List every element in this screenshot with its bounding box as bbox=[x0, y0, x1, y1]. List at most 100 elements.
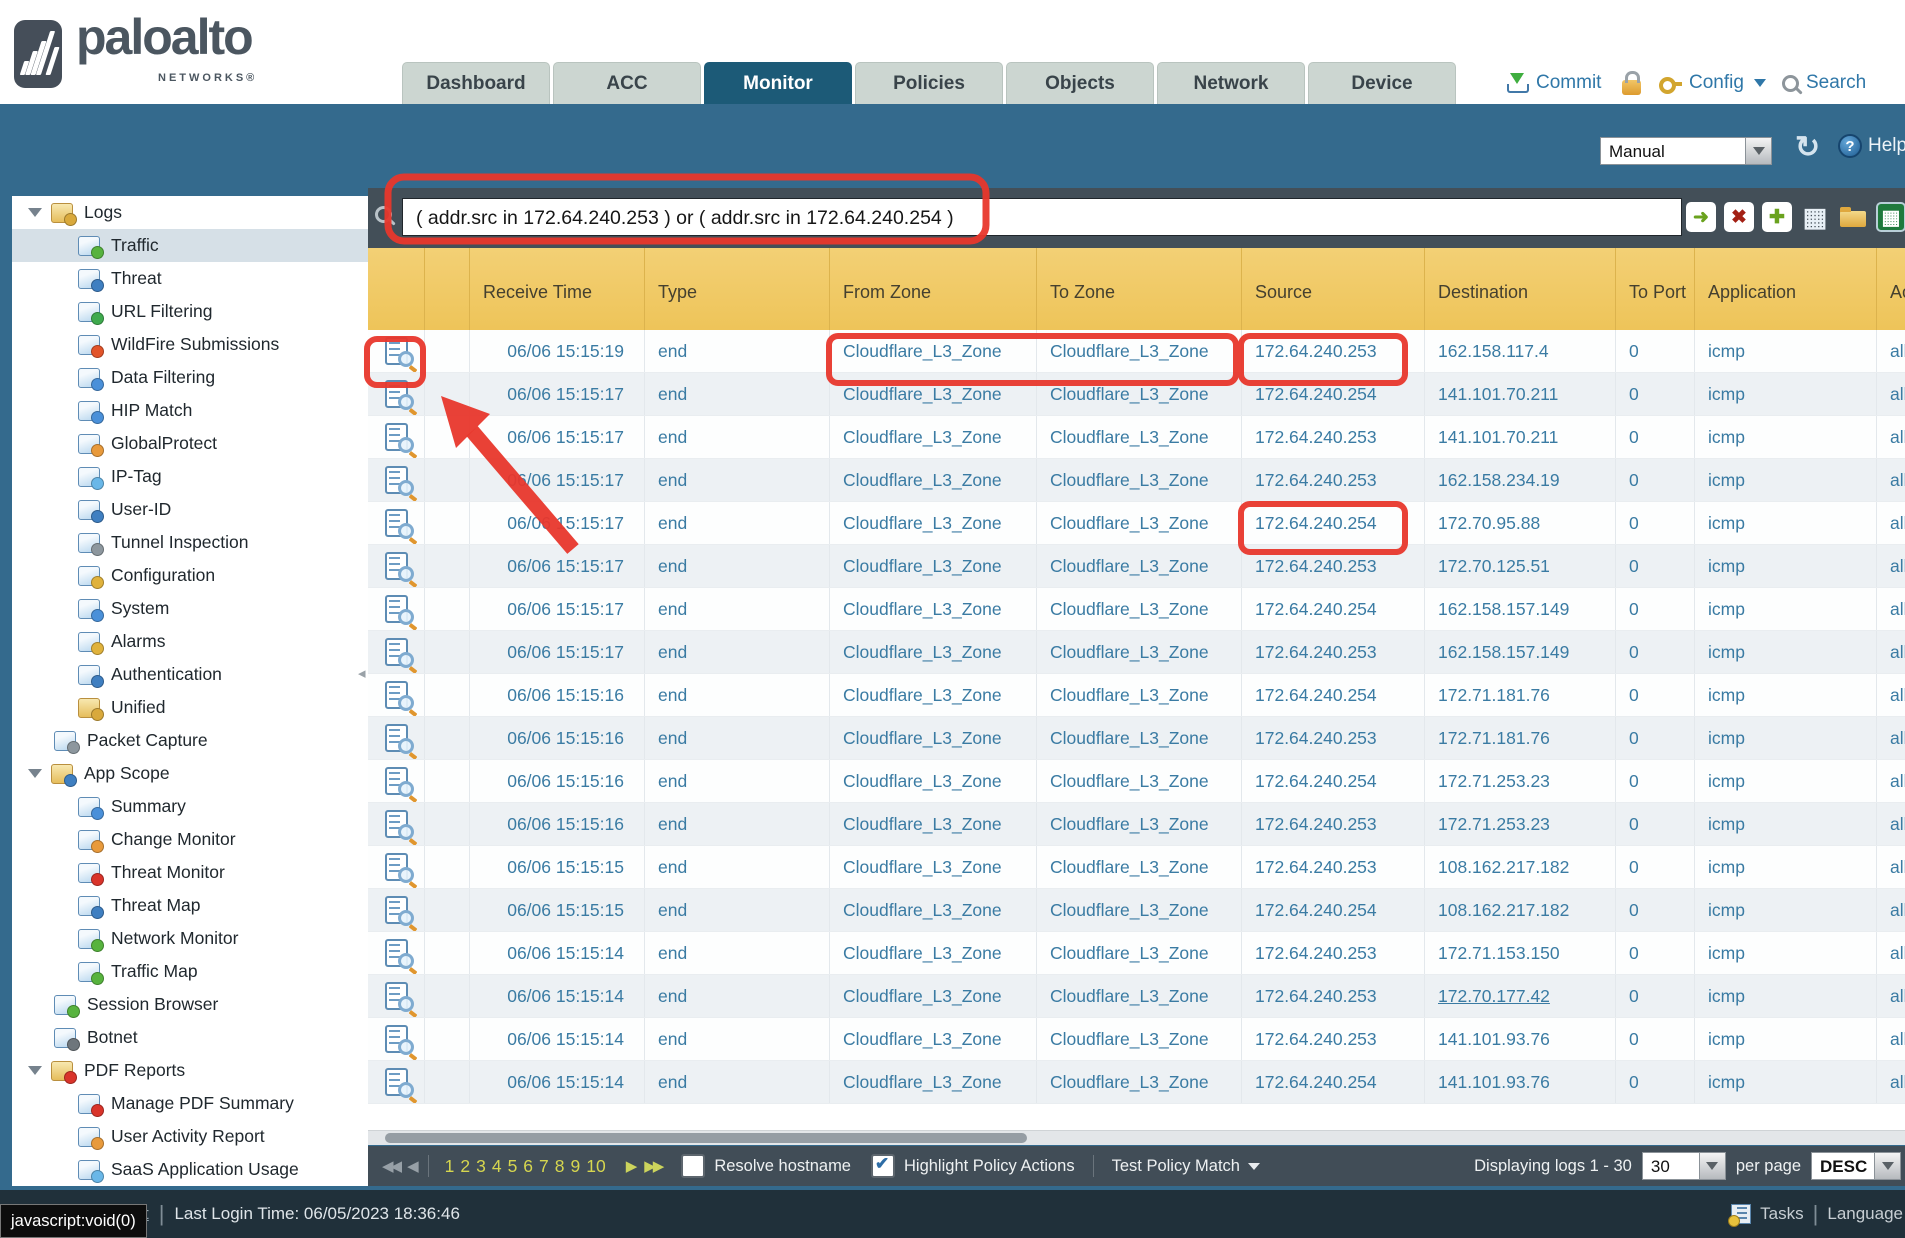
add-filter-icon[interactable]: ✚ bbox=[1762, 202, 1792, 232]
sidebar-item-alarms[interactable]: Alarms bbox=[12, 625, 368, 658]
tab-objects[interactable]: Objects bbox=[1006, 62, 1154, 104]
sidebar-item-wildfire-submissions[interactable]: WildFire Submissions bbox=[12, 328, 368, 361]
sidebar-item-manage-pdf-summary[interactable]: Manage PDF Summary bbox=[12, 1087, 368, 1120]
page-number-10[interactable]: 10 bbox=[586, 1156, 605, 1177]
refresh-mode-select[interactable]: Manual bbox=[1600, 137, 1772, 165]
sidebar-item-packet-capture[interactable]: Packet Capture bbox=[12, 724, 368, 757]
sidebar-item-threat-monitor[interactable]: Threat Monitor bbox=[12, 856, 368, 889]
page-number-1[interactable]: 1 bbox=[445, 1156, 455, 1177]
log-detail-icon[interactable] bbox=[385, 767, 408, 795]
sort-order-dropdown-button[interactable] bbox=[1875, 1152, 1901, 1180]
last-page-icon[interactable]: ▶▶ bbox=[644, 1157, 661, 1175]
sidebar-collapse-handle[interactable]: ◂ bbox=[358, 664, 366, 682]
sidebar-item-globalprotect[interactable]: GlobalProtect bbox=[12, 427, 368, 460]
tab-device[interactable]: Device bbox=[1308, 62, 1456, 104]
log-detail-icon[interactable] bbox=[385, 939, 408, 967]
page-number-5[interactable]: 5 bbox=[508, 1156, 518, 1177]
clear-filter-icon[interactable]: ✖ bbox=[1724, 202, 1754, 232]
sidebar-item-ip-tag[interactable]: IP-Tag bbox=[12, 460, 368, 493]
column-header-to-zone[interactable]: To Zone bbox=[1037, 248, 1242, 330]
load-filter-folder-icon[interactable] bbox=[1838, 202, 1868, 232]
sidebar-item-system[interactable]: System bbox=[12, 592, 368, 625]
sidebar-item-unified[interactable]: Unified bbox=[12, 691, 368, 724]
sidebar-item-data-filtering[interactable]: Data Filtering bbox=[12, 361, 368, 394]
sidebar-item-traffic[interactable]: Traffic bbox=[12, 229, 368, 262]
log-detail-icon[interactable] bbox=[385, 1025, 408, 1053]
log-detail-icon[interactable] bbox=[385, 466, 408, 494]
horizontal-scrollbar[interactable] bbox=[368, 1130, 1905, 1145]
page-number-6[interactable]: 6 bbox=[523, 1156, 533, 1177]
apply-filter-icon[interactable]: ➜ bbox=[1686, 202, 1716, 232]
column-header-type[interactable]: Type bbox=[645, 248, 830, 330]
resolve-hostname-checkbox[interactable] bbox=[681, 1154, 705, 1178]
sidebar-item-traffic-map[interactable]: Traffic Map bbox=[12, 955, 368, 988]
column-header-action[interactable]: Action bbox=[1877, 248, 1905, 330]
log-detail-icon[interactable] bbox=[385, 1068, 408, 1096]
highlight-policy-actions-checkbox[interactable] bbox=[871, 1154, 895, 1178]
tab-dashboard[interactable]: Dashboard bbox=[402, 62, 550, 104]
sidebar-item-user-id[interactable]: User-ID bbox=[12, 493, 368, 526]
column-header-receive-time[interactable]: Receive Time bbox=[470, 248, 645, 330]
test-policy-match-button[interactable]: Test Policy Match bbox=[1112, 1157, 1240, 1176]
log-detail-icon[interactable] bbox=[385, 337, 408, 365]
log-detail-icon[interactable] bbox=[385, 724, 408, 752]
expanded-triangle-icon[interactable] bbox=[28, 208, 42, 217]
commit-button[interactable]: Commit bbox=[1505, 62, 1601, 104]
filter-builder-icon[interactable]: ▦ bbox=[1800, 202, 1830, 232]
expanded-triangle-icon[interactable] bbox=[28, 769, 42, 778]
log-detail-icon[interactable] bbox=[385, 681, 408, 709]
sidebar-item-authentication[interactable]: Authentication bbox=[12, 658, 368, 691]
search-button[interactable]: Search bbox=[1782, 62, 1866, 104]
log-detail-icon[interactable] bbox=[385, 423, 408, 451]
tab-acc[interactable]: ACC bbox=[553, 62, 701, 104]
first-page-icon[interactable]: ◀◀ bbox=[382, 1157, 399, 1175]
log-detail-icon[interactable] bbox=[385, 380, 408, 408]
sidebar-item-summary[interactable]: Summary bbox=[12, 790, 368, 823]
log-filter-input[interactable]: ( addr.src in 172.64.240.253 ) or ( addr… bbox=[402, 198, 1682, 236]
per-page-dropdown-button[interactable] bbox=[1700, 1152, 1726, 1180]
export-spreadsheet-icon[interactable]: ▦ bbox=[1876, 202, 1905, 232]
tab-monitor[interactable]: Monitor bbox=[704, 62, 852, 104]
sidebar-item-session-browser[interactable]: Session Browser bbox=[12, 988, 368, 1021]
column-header-source[interactable]: Source bbox=[1242, 248, 1425, 330]
column-header-to-port[interactable]: To Port bbox=[1616, 248, 1695, 330]
page-number-3[interactable]: 3 bbox=[476, 1156, 486, 1177]
sidebar-item-saas-application-usage[interactable]: SaaS Application Usage bbox=[12, 1153, 368, 1186]
page-number-9[interactable]: 9 bbox=[571, 1156, 581, 1177]
lock-button[interactable] bbox=[1622, 62, 1641, 104]
scrollbar-thumb[interactable] bbox=[385, 1133, 1027, 1143]
page-number-2[interactable]: 2 bbox=[460, 1156, 470, 1177]
log-detail-icon[interactable] bbox=[385, 509, 408, 537]
sidebar-item-network-monitor[interactable]: Network Monitor bbox=[12, 922, 368, 955]
refresh-mode-dropdown-button[interactable] bbox=[1746, 137, 1772, 165]
column-header-from-zone[interactable]: From Zone bbox=[830, 248, 1037, 330]
log-detail-icon[interactable] bbox=[385, 853, 408, 881]
sidebar-item-url-filtering[interactable]: URL Filtering bbox=[12, 295, 368, 328]
page-number-4[interactable]: 4 bbox=[492, 1156, 502, 1177]
page-number-7[interactable]: 7 bbox=[539, 1156, 549, 1177]
sidebar-item-logs[interactable]: Logs bbox=[12, 196, 368, 229]
cell-destination[interactable]: 172.70.177.42 bbox=[1438, 986, 1550, 1006]
sidebar-item-hip-match[interactable]: HIP Match bbox=[12, 394, 368, 427]
column-header-destination[interactable]: Destination bbox=[1425, 248, 1616, 330]
language-button[interactable]: Language bbox=[1827, 1204, 1903, 1224]
sidebar-item-pdf-reports[interactable]: PDF Reports bbox=[12, 1054, 368, 1087]
refresh-icon[interactable]: ↻ bbox=[1795, 130, 1820, 165]
log-detail-icon[interactable] bbox=[385, 638, 408, 666]
tab-policies[interactable]: Policies bbox=[855, 62, 1003, 104]
log-detail-icon[interactable] bbox=[385, 810, 408, 838]
sidebar-item-configuration[interactable]: Configuration bbox=[12, 559, 368, 592]
column-header-application[interactable]: Application bbox=[1695, 248, 1877, 330]
log-detail-icon[interactable] bbox=[385, 982, 408, 1010]
sidebar-item-user-activity-report[interactable]: User Activity Report bbox=[12, 1120, 368, 1153]
per-page-select[interactable]: 30 bbox=[1642, 1152, 1726, 1180]
sidebar-item-app-scope[interactable]: App Scope bbox=[12, 757, 368, 790]
expanded-triangle-icon[interactable] bbox=[28, 1066, 42, 1075]
next-page-icon[interactable]: ▶ bbox=[626, 1157, 635, 1175]
help-button[interactable]: ? Help bbox=[1838, 134, 1905, 158]
sidebar-item-threat-map[interactable]: Threat Map bbox=[12, 889, 368, 922]
page-number-8[interactable]: 8 bbox=[555, 1156, 565, 1177]
sidebar-item-botnet[interactable]: Botnet bbox=[12, 1021, 368, 1054]
sidebar-item-tunnel-inspection[interactable]: Tunnel Inspection bbox=[12, 526, 368, 559]
tasks-button[interactable]: Tasks bbox=[1760, 1204, 1803, 1224]
